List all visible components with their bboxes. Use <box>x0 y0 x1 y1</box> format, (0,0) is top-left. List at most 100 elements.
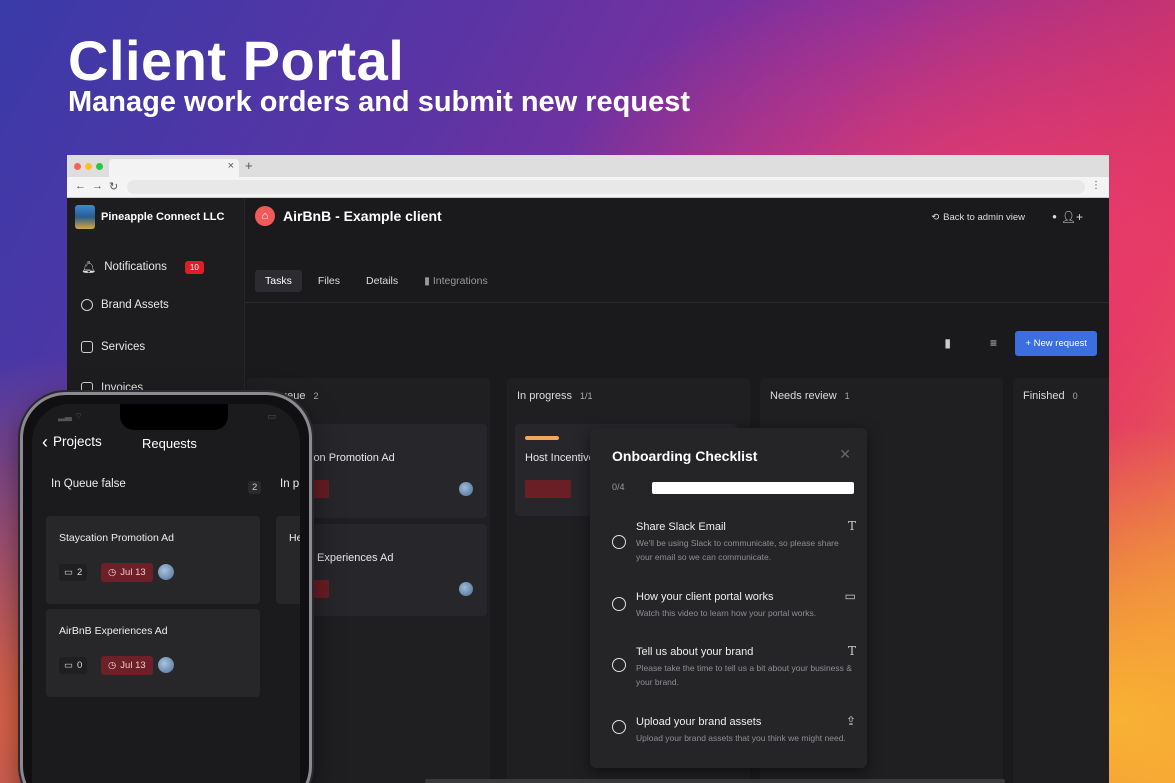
address-bar[interactable] <box>127 180 1085 194</box>
chevron-left-icon: ‹ <box>42 431 48 452</box>
close-tab-icon[interactable]: × <box>228 160 234 172</box>
assignee-avatar[interactable] <box>158 657 174 673</box>
airbnb-logo-icon: ⌂ <box>255 206 275 226</box>
checklist-item-name: Tell us about your brand <box>636 646 754 658</box>
reload-icon[interactable]: ↻ <box>109 180 118 193</box>
checklist-item-name: How your client portal works <box>636 591 774 603</box>
phone-task-card[interactable]: AirBnB Experiences Ad ▭ 0 ◷ Jul 13 <box>46 609 260 697</box>
card-title: AirBnB Experiences Ad <box>59 625 168 637</box>
close-icon[interactable]: ✕ <box>839 446 851 463</box>
checklist-item-name: Upload your brand assets <box>636 716 762 728</box>
tab-tasks[interactable]: Tasks <box>255 270 302 292</box>
checklist-item-desc: Please take the time to tell us a bit ab… <box>636 663 852 688</box>
board-view-icon[interactable]: ▮ <box>944 336 951 350</box>
phone-page-title: Requests <box>142 436 197 451</box>
sidebar-item-notifications[interactable]: 🔔︎ Notifications 10 <box>81 260 204 274</box>
checklist-item-desc: We'll be using Slack to communicate, so … <box>636 538 839 563</box>
sidebar-item-label: Brand Assets <box>101 299 169 311</box>
list-view-icon[interactable]: ≡ <box>990 336 997 350</box>
projects-back-button[interactable]: ‹ Projects <box>42 431 102 452</box>
column-count: 1/1 <box>580 391 593 401</box>
plus-icon: + <box>1025 338 1034 349</box>
comment-icon: ▭ <box>64 660 73 671</box>
sidebar-item-services[interactable]: Services <box>81 341 145 353</box>
due-date-tag <box>311 580 329 598</box>
checkbox-circle-icon[interactable] <box>612 535 626 549</box>
phone-task-card[interactable]: Staycation Promotion Ad ▭ 2 ◷ Jul 13 <box>46 516 260 604</box>
checklist-title: Onboarding Checklist <box>612 448 758 464</box>
phone-task-card-peek[interactable]: He <box>276 516 300 604</box>
browser-tab[interactable]: × <box>109 159 239 177</box>
clock-icon: ◷ <box>108 567 117 578</box>
browser-toolbar: ← → ↻ ⋮ <box>67 177 1109 198</box>
status-dot-icon: ● <box>1052 212 1057 221</box>
back-arrow-icon[interactable]: ← <box>75 180 86 192</box>
comments-count[interactable]: ▭ 2 <box>59 564 88 581</box>
swap-icon: ⟲ <box>931 212 940 223</box>
checklist-progress-bar <box>652 482 854 494</box>
sidebar-item-label: Notifications <box>104 261 167 273</box>
due-date-badge[interactable]: ◷ Jul 13 <box>101 563 153 582</box>
onboarding-checklist: Onboarding Checklist ✕ 0/4 Share Slack E… <box>590 428 867 768</box>
column-count: 0 <box>1072 391 1078 401</box>
text-icon: T <box>847 519 856 533</box>
org-name: Pineapple Connect LLC <box>101 211 225 223</box>
assignee-avatar[interactable] <box>459 582 473 596</box>
maximize-window-icon[interactable] <box>96 163 103 170</box>
card-title: He <box>289 532 300 544</box>
battery-icon: ▭ <box>267 411 276 421</box>
due-date-badge[interactable]: ◷ Jul 13 <box>101 656 153 675</box>
back-to-admin-link[interactable]: ⟲ Back to admin view <box>931 212 1025 223</box>
browser-menu-icon[interactable]: ⋮ <box>1091 180 1101 191</box>
tab-files[interactable]: Files <box>308 270 350 292</box>
comments-count[interactable]: ▭ 0 <box>59 657 88 674</box>
video-icon: ▭ <box>844 589 856 603</box>
client-name: AirBnB - Example client <box>283 208 442 224</box>
due-date-tag <box>311 480 329 498</box>
close-window-icon[interactable] <box>74 163 81 170</box>
assignee-avatar[interactable] <box>158 564 174 580</box>
phone-screen: ▂▃ ⌔ ▭ ‹ Projects Requests In Queue fals… <box>32 404 300 783</box>
tab-divider <box>245 302 1109 303</box>
tab-integrations[interactable]: ▮ Integrations <box>414 270 498 292</box>
horizontal-scrollbar[interactable] <box>425 779 1005 783</box>
assignee-avatar[interactable] <box>459 482 473 496</box>
upload-icon: ⇪ <box>845 714 856 728</box>
column-title: In progress <box>517 390 573 402</box>
column-title: Needs review <box>770 390 837 402</box>
checkbox-circle-icon[interactable] <box>612 720 626 734</box>
forward-arrow-icon[interactable]: → <box>92 180 103 192</box>
comments-value: 0 <box>76 660 83 671</box>
new-tab-icon[interactable]: + <box>245 158 253 173</box>
add-user-icon[interactable]: 👤︎+ <box>1061 210 1083 224</box>
phone-notch <box>120 404 228 430</box>
progress-indicator <box>525 436 559 440</box>
checkbox-circle-icon[interactable] <box>612 658 626 672</box>
org-switcher[interactable]: Pineapple Connect LLC <box>75 205 224 229</box>
phone-next-column-title: In p <box>280 478 300 490</box>
due-date-value: Jul 13 <box>120 660 146 671</box>
org-logo <box>75 205 95 229</box>
checkbox-circle-icon[interactable] <box>612 597 626 611</box>
tab-details[interactable]: Details <box>356 270 408 292</box>
tab-integrations-label: Integrations <box>432 275 488 287</box>
new-request-label: New request <box>1033 338 1087 349</box>
text-icon: T <box>847 644 856 658</box>
card-title: ion Promotion Ad <box>311 452 395 464</box>
checklist-item-desc: Upload your brand assets that you think … <box>636 733 846 743</box>
browser-tab-strip: × + <box>67 155 1109 177</box>
clock-icon: ◷ <box>108 660 117 671</box>
back-to-admin-label: Back to admin view <box>943 212 1025 223</box>
notification-badge: 10 <box>184 260 204 274</box>
new-request-button[interactable]: + New request <box>1015 331 1097 356</box>
column-count: 2 <box>313 391 319 401</box>
client-header: ⌂ AirBnB - Example client <box>255 206 442 226</box>
hero-subtitle: Manage work orders and submit new reques… <box>68 86 691 118</box>
sidebar-item-brand-assets[interactable]: Brand Assets <box>81 299 169 311</box>
mobile-phone-mockup: ▂▃ ⌔ ▭ ‹ Projects Requests In Queue fals… <box>20 392 312 783</box>
card-title: Experiences Ad <box>317 552 394 564</box>
board-column-finished: Finished 0 <box>1013 378 1109 783</box>
back-label: Projects <box>53 434 102 449</box>
minimize-window-icon[interactable] <box>85 163 92 170</box>
phone-column-title: In Queue false <box>51 478 126 490</box>
